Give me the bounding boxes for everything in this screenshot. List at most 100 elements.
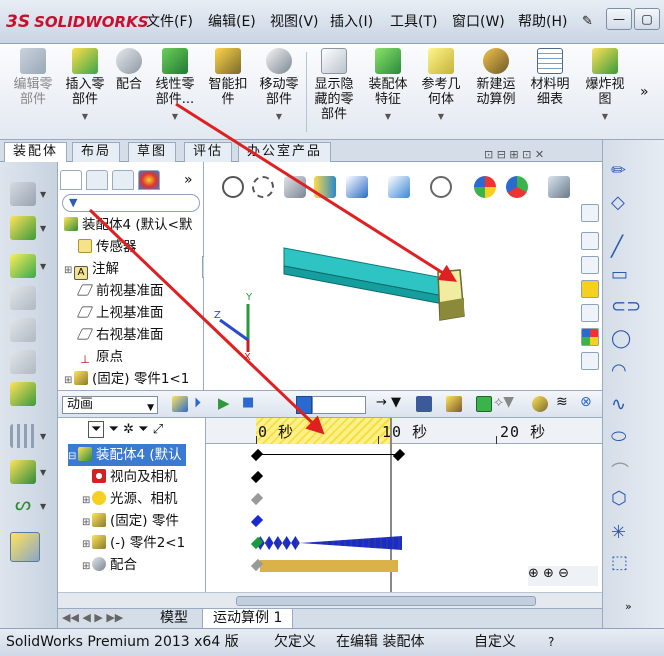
motion-node-part1[interactable]: ⊞ (固定) 零件 [82,510,179,532]
tab-motion-study-1[interactable]: 运动算例 1 [202,609,294,629]
tab-office-products[interactable]: 办公室产品 [238,142,332,162]
keypoint[interactable] [250,470,264,484]
rectangle-icon[interactable]: ▭ [611,264,633,286]
tab-model[interactable]: 模型 [150,609,198,629]
reference-geometry-button[interactable]: 参考几 何体 ▼ [416,48,466,136]
tab-scroll-buttons[interactable]: ◀◀ ◀ ▶ ▶▶ [62,611,123,624]
filter-driving-icon[interactable]: ⏷ [109,422,119,437]
tree-node-annotations[interactable]: ⊞ A 注解 [64,258,119,280]
task-pane-appearance[interactable] [581,328,599,346]
chevron-down-icon[interactable]: » [625,600,632,613]
motion-node-orientation[interactable]: 视向及相机 [92,466,178,488]
playback-mode-icon[interactable]: → ▼ [376,395,401,410]
feature-manager-tab[interactable] [60,170,82,190]
sketch-icon[interactable]: ✏ [611,160,633,182]
tree-node-top-plane[interactable]: 上视基准面 [76,302,164,324]
keypoint[interactable] [250,448,264,462]
polygon-icon[interactable]: ⬡ [611,488,633,510]
mate-icon[interactable] [10,286,36,310]
timeline-area[interactable]: 0 秒 10 秒 20 秒 ⊕ ⊕ ⊖ [206,418,602,608]
keypoint[interactable] [250,492,264,506]
tree-node-origin[interactable]: ⊥ 原点 [78,346,123,368]
zoom-out-icon[interactable]: ⊖ [558,566,569,581]
viewport-controls[interactable]: ⊡ ⊟ ⊞ ⊡ ✕ [484,148,544,161]
menu-insert[interactable]: 插入(I) [330,11,373,33]
tab-layout[interactable]: 布局 [72,142,121,162]
apply-scene-icon[interactable] [506,176,528,198]
new-motion-study-button[interactable]: 新建运 动算例 [470,48,522,136]
help-icon[interactable]: ? [548,629,554,656]
ribbon-expand-icon[interactable]: » [640,84,649,100]
auto-scroll-icon[interactable]: ⤢ [153,422,163,437]
chevron-down-icon[interactable]: ▼ [40,262,46,271]
view-orientation-icon[interactable] [346,176,368,198]
filter-animating-icon[interactable]: ⏷ [88,421,105,438]
expand-icon[interactable]: ⊞ [64,260,74,282]
mate-bar[interactable] [260,560,398,572]
assembly-feature-button[interactable]: 装配体 特征 ▼ [362,48,414,136]
centerline-icon[interactable]: ⬚ [611,552,633,574]
configuration-manager-tab[interactable] [112,170,134,190]
menu-tools[interactable]: 工具(T) [390,11,437,33]
maximize-button[interactable]: ▢ [634,8,660,30]
scrollbar-thumb[interactable] [236,596,536,606]
slot-icon[interactable]: ⊂⊃ [611,296,641,318]
keypoint-track[interactable] [256,536,402,550]
tab-assembly[interactable]: 装配体 [4,142,68,162]
autokey-icon[interactable] [476,396,492,412]
chevron-down-icon[interactable]: ▼ [40,468,46,477]
tree-node-assembly[interactable]: 装配体4 (默认<默 [64,214,192,236]
display-style-icon[interactable] [388,176,410,198]
linear-motor-icon[interactable] [10,532,40,562]
previous-view-icon[interactable] [284,176,306,198]
insert-part-icon[interactable] [10,216,36,240]
line-icon[interactable]: ╱ [611,234,633,258]
chevron-down-icon[interactable]: ▼ [40,502,46,511]
menu-window[interactable]: 窗口(W) [452,11,505,33]
study-type-select[interactable]: 动画 ▼ [62,396,158,414]
smart-fastener-icon[interactable] [10,382,36,406]
task-pane-custom-props[interactable] [581,352,599,370]
new-part-icon[interactable] [10,254,36,278]
menu-help[interactable]: 帮助(H) [518,11,567,33]
hide-show-icon[interactable] [430,176,452,198]
animation-wizard-icon[interactable] [446,396,462,412]
motion-node-assembly[interactable]: ⊟ 装配体4 (默认 [68,444,186,466]
explode-icon[interactable] [10,460,36,484]
exploded-view-button[interactable]: 爆炸视 图 ▼ [578,48,632,136]
pin-icon[interactable]: ✎ [582,14,593,29]
section-view-icon[interactable] [314,176,336,198]
bom-button[interactable]: 材料明 细表 [526,48,574,136]
expand-icon[interactable]: ⊞ [64,370,74,392]
timeline-zoom-controls[interactable]: ⊕ ⊕ ⊖ [528,566,598,586]
ellipse-icon[interactable]: ⬭ [611,426,633,448]
collapse-icon[interactable]: ⊟ [68,446,78,468]
minimize-button[interactable]: — [606,8,632,30]
circle-icon[interactable]: ◯ [611,328,633,350]
filter-selected-icon[interactable]: ✲ [123,422,134,437]
filter-results-icon[interactable]: ⏷ [138,422,148,437]
spline-icon[interactable]: ∿ [611,394,633,416]
menu-file[interactable]: 文件(F) [146,11,193,33]
expand-icon[interactable]: ⊞ [82,512,92,534]
stop-icon[interactable]: ■ [242,395,254,410]
motion-filter-toolbar[interactable]: ⏷ ⏷ ✲ ⏷ ⤢ [88,421,188,440]
calculate-icon[interactable] [172,396,188,412]
play-from-start-icon[interactable]: ⏵ [194,395,201,411]
expand-icon[interactable]: ⊞ [82,490,92,512]
menu-view[interactable]: 视图(V) [270,11,319,33]
display-manager-tab[interactable] [138,170,160,190]
zoom-area-icon[interactable] [252,176,274,198]
expand-icon[interactable]: ⊞ [82,556,92,578]
view-settings-icon[interactable] [548,176,570,198]
insert-component-button[interactable]: 插入零 部件 ▼ [60,48,110,136]
keypoint[interactable] [392,448,406,462]
move-icon[interactable] [10,318,36,342]
timeline-scrollbar[interactable] [206,592,602,608]
zoom-to-fit-icon[interactable] [222,176,244,198]
model-part[interactable] [274,228,474,328]
task-pane-resources[interactable] [581,204,599,222]
smart-dimension-icon[interactable]: ◇ [611,192,633,214]
point-icon[interactable]: ✳ [611,522,633,544]
motion-tree-scrollbar[interactable] [58,592,206,608]
